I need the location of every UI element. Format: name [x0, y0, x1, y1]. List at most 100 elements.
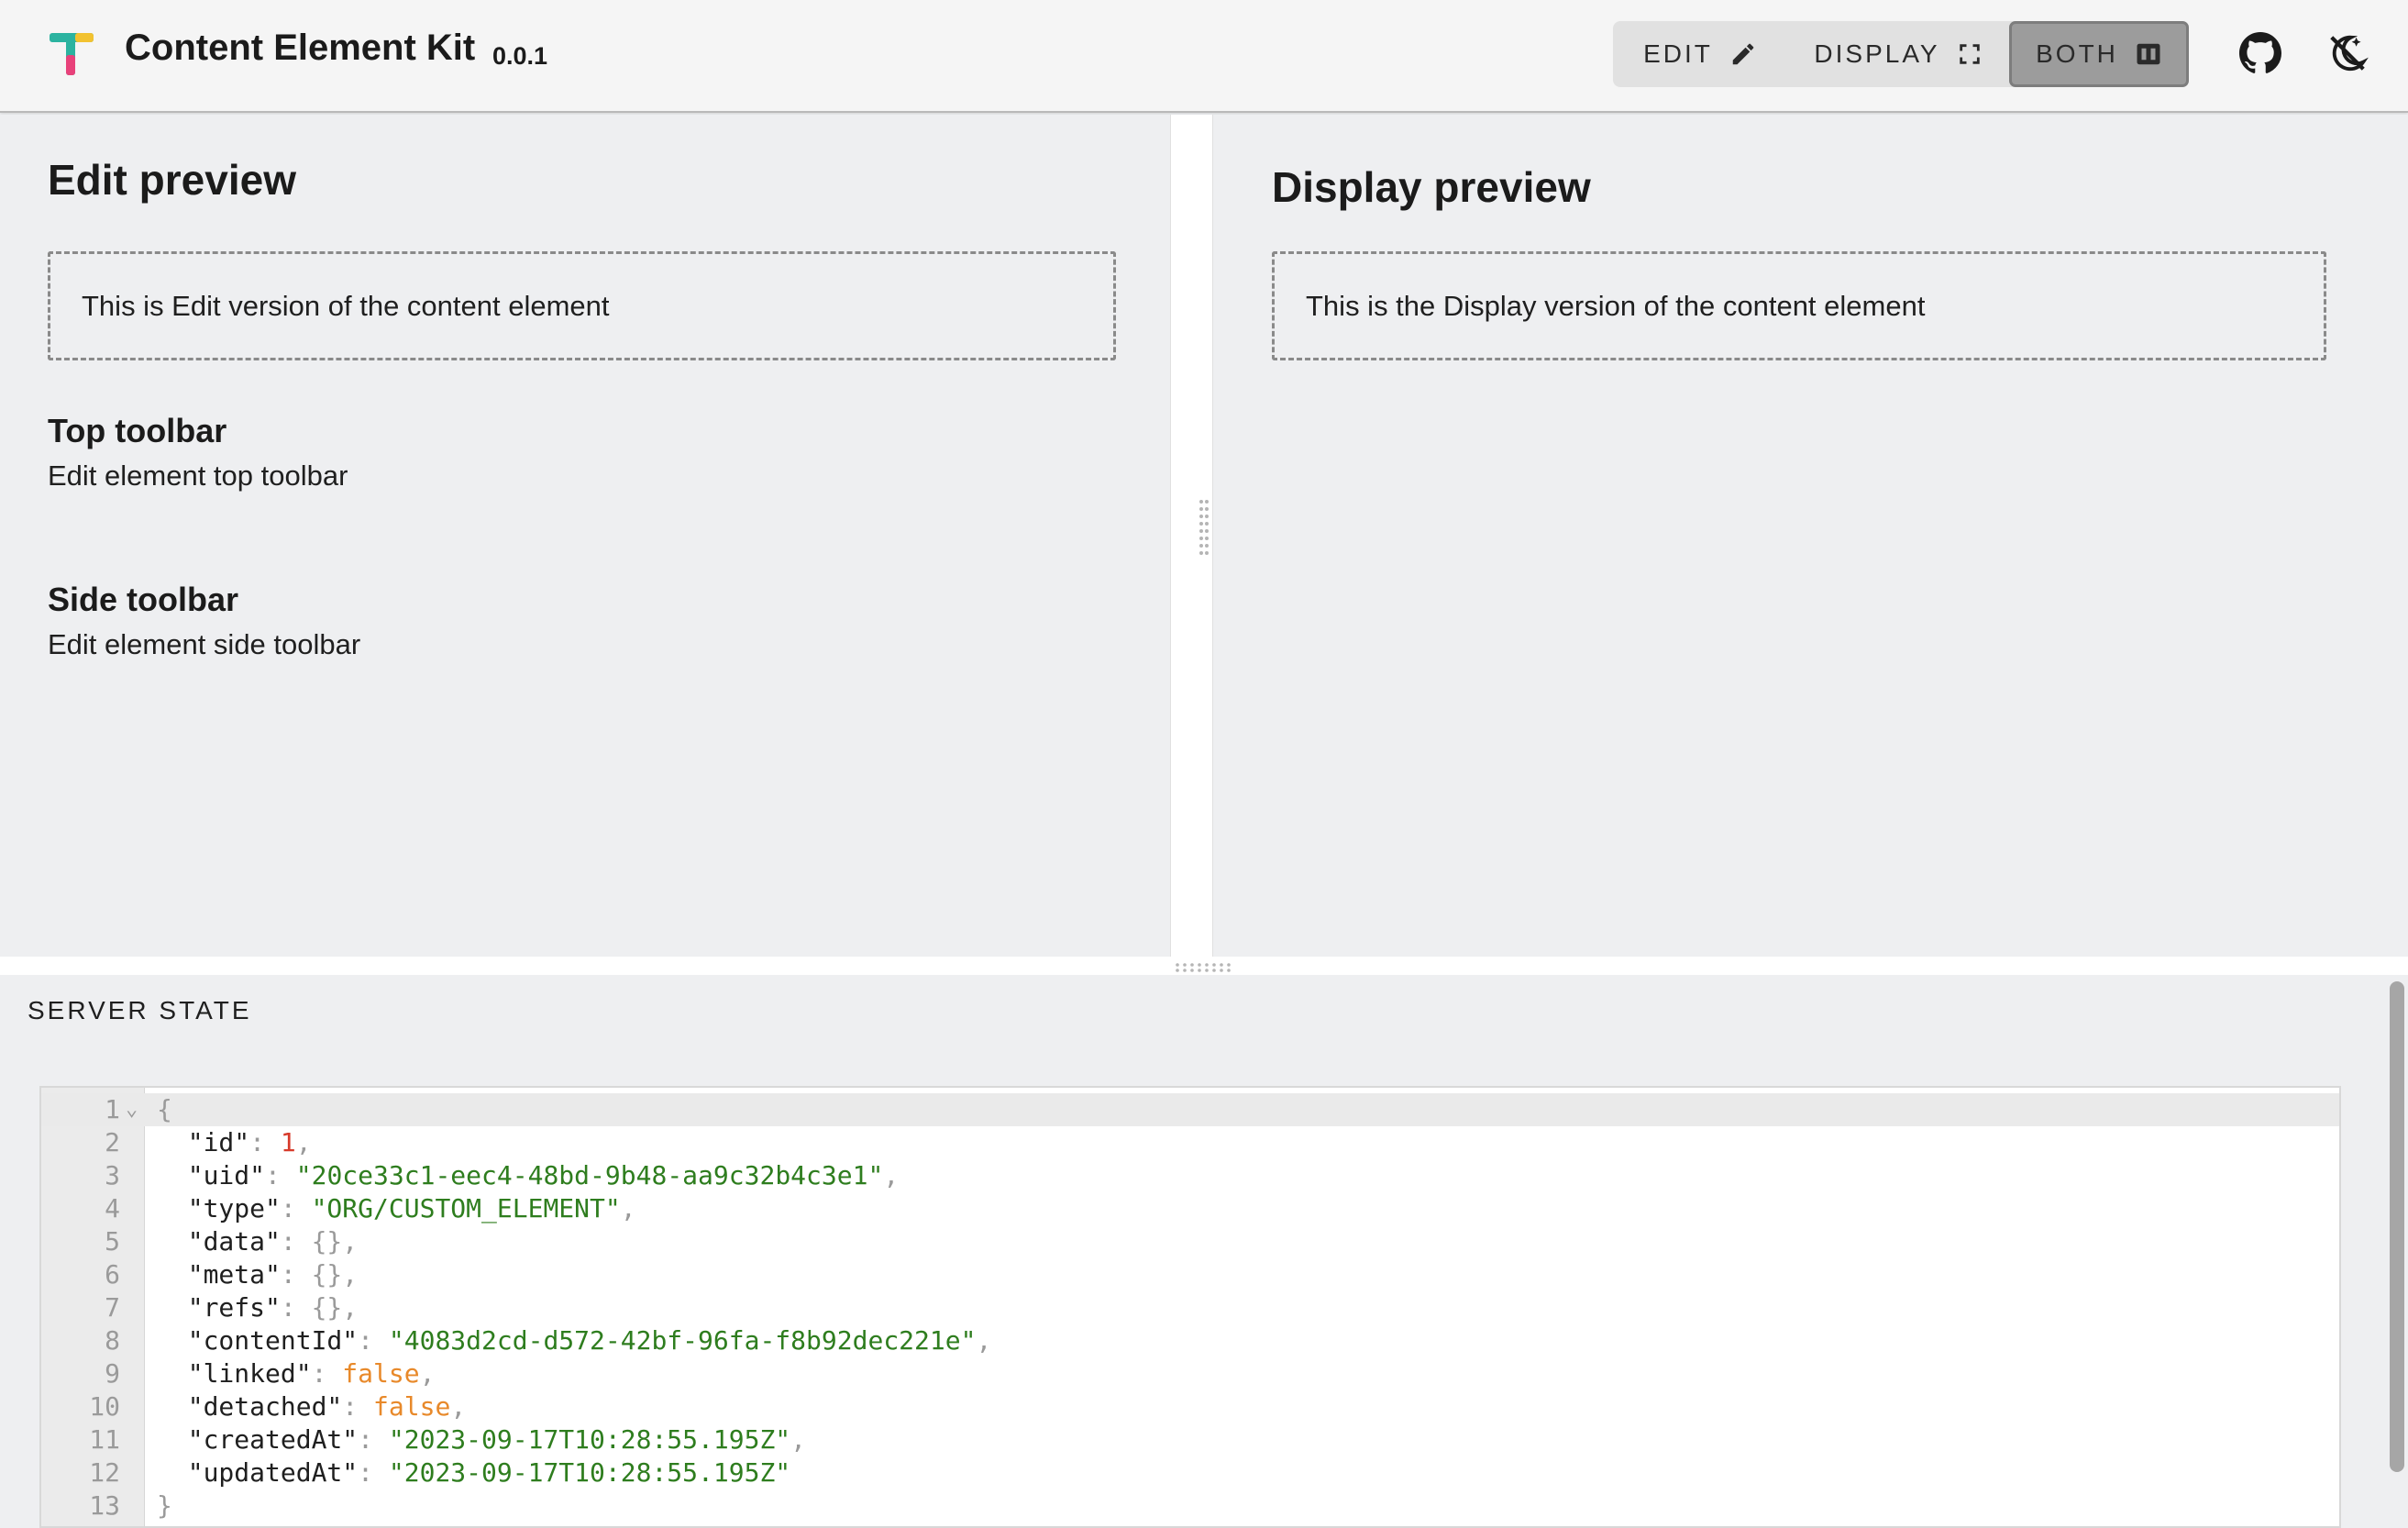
line-number: 9: [105, 1358, 120, 1389]
app-title: Content Element Kit: [125, 28, 476, 68]
display-preview-title: Display preview: [1272, 163, 1591, 211]
github-icon[interactable]: [2239, 32, 2281, 74]
side-toolbar-title: Side toolbar: [48, 581, 239, 618]
code-token: "data": [157, 1226, 281, 1257]
server-state-title: SERVER STATE: [28, 996, 252, 1024]
code-token: :: [280, 1193, 312, 1224]
edit-mode-button[interactable]: EDIT: [1613, 21, 1787, 87]
code-token: "updatedAt": [157, 1457, 359, 1488]
drag-handle-icon[interactable]: [1197, 498, 1211, 557]
line-number: 1: [105, 1094, 120, 1124]
code-line[interactable]: 3 "uid": "20ce33c1-eec4-48bd-9b48-aa9c32…: [41, 1159, 2339, 1192]
view-mode-toggle: EDIT DISPLAY BOTH: [1613, 21, 2189, 87]
code-token: "2023-09-17T10:28:55.195Z": [388, 1457, 791, 1488]
side-toolbar-text: Edit element side toolbar: [48, 628, 361, 660]
code-token: "meta": [157, 1259, 281, 1290]
code-token: "type": [157, 1193, 281, 1224]
code-token: ,: [883, 1160, 900, 1190]
code-text: "type": "ORG/CUSTOM_ELEMENT",: [157, 1192, 636, 1225]
display-mode-button[interactable]: DISPLAY: [1787, 21, 2009, 87]
code-token: ,: [295, 1127, 312, 1157]
code-token: : {},: [280, 1259, 359, 1290]
edit-preview-title: Edit preview: [48, 156, 296, 204]
code-token: "20ce33c1-eec4-48bd-9b48-aa9c32b4c3e1": [295, 1160, 884, 1190]
code-text: "data": {},: [157, 1225, 358, 1258]
code-text: }: [157, 1489, 172, 1522]
line-number: 7: [105, 1292, 120, 1323]
code-token: : {},: [280, 1292, 359, 1323]
fold-chevron-icon[interactable]: ⌄: [126, 1093, 138, 1126]
code-token: : {},: [280, 1226, 359, 1257]
code-text: "refs": {},: [157, 1291, 358, 1324]
code-token: "uid": [157, 1160, 266, 1190]
code-token: :: [358, 1424, 389, 1455]
code-token: :: [358, 1325, 389, 1356]
code-token: "2023-09-17T10:28:55.195Z": [388, 1424, 791, 1455]
code-token: "linked": [157, 1358, 312, 1389]
app-logo: [50, 33, 94, 75]
code-token: :: [311, 1358, 343, 1389]
code-token: 1: [280, 1127, 296, 1157]
display-preview-element[interactable]: This is the Display version of the conte…: [1272, 251, 2326, 360]
edit-preview-panel: Edit preview This is Edit version of the…: [0, 115, 1170, 957]
code-token: false: [373, 1391, 451, 1422]
code-text: "detached": false,: [157, 1390, 466, 1423]
code-line[interactable]: 7 "refs": {},: [41, 1291, 2339, 1324]
code-token: false: [342, 1358, 420, 1389]
code-text: "createdAt": "2023-09-17T10:28:55.195Z",: [157, 1423, 806, 1456]
line-number: 2: [105, 1127, 120, 1157]
code-text: "meta": {},: [157, 1258, 358, 1291]
code-text: {: [157, 1093, 172, 1126]
display-mode-label: DISPLAY: [1814, 39, 1940, 68]
code-line[interactable]: 1 ⌄ {: [41, 1093, 2339, 1126]
vertical-scrollbar[interactable]: [2390, 981, 2404, 1472]
code-token: "ORG/CUSTOM_ELEMENT": [311, 1193, 621, 1224]
line-number: 4: [105, 1193, 120, 1224]
code-text: "uid": "20ce33c1-eec4-48bd-9b48-aa9c32b4…: [157, 1159, 899, 1192]
pencil-icon: [1732, 43, 1754, 65]
code-line[interactable]: 10 "detached": false,: [41, 1390, 2339, 1423]
code-token: "4083d2cd-d572-42bf-96fa-f8b92dec221e": [388, 1325, 977, 1356]
code-line[interactable]: 13}: [41, 1489, 2339, 1522]
both-mode-label: BOTH: [2036, 39, 2118, 68]
code-token: "detached": [157, 1391, 343, 1422]
app-version: 0.0.1: [492, 42, 548, 70]
code-token: ,: [790, 1424, 807, 1455]
code-token: :: [249, 1127, 281, 1157]
top-toolbar-title: Top toolbar: [48, 412, 227, 449]
both-mode-button[interactable]: BOTH: [2009, 21, 2189, 87]
code-token: ,: [620, 1193, 636, 1224]
line-number: 8: [105, 1325, 120, 1356]
code-token: ,: [976, 1325, 992, 1356]
code-token: ,: [450, 1391, 467, 1422]
code-token: {: [157, 1094, 172, 1124]
line-number: 3: [105, 1160, 120, 1190]
code-token: :: [342, 1391, 374, 1422]
code-token: ,: [419, 1358, 436, 1389]
code-line[interactable]: 9 "linked": false,: [41, 1357, 2339, 1390]
line-number: 11: [89, 1424, 120, 1455]
app-header: Content Element Kit 0.0.1 EDIT DISPLAY B…: [0, 0, 2408, 113]
code-line[interactable]: 2 "id": 1,: [41, 1126, 2339, 1159]
theme-toggle-icon[interactable]: [2326, 32, 2369, 74]
code-line[interactable]: 5 "data": {},: [41, 1225, 2339, 1258]
line-number: 12: [89, 1457, 120, 1488]
code-token: "contentId": [157, 1325, 359, 1356]
drag-handle-horizontal-icon[interactable]: [1174, 962, 1234, 973]
code-token: "refs": [157, 1292, 281, 1323]
split-view-icon: [2137, 43, 2160, 65]
line-number: 5: [105, 1226, 120, 1257]
code-text: "linked": false,: [157, 1357, 436, 1390]
code-line[interactable]: 12 "updatedAt": "2023-09-17T10:28:55.195…: [41, 1456, 2339, 1489]
code-token: "id": [157, 1127, 250, 1157]
code-line[interactable]: 4 "type": "ORG/CUSTOM_ELEMENT",: [41, 1192, 2339, 1225]
code-text: "contentId": "4083d2cd-d572-42bf-96fa-f8…: [157, 1324, 992, 1357]
json-code-editor[interactable]: 1 ⌄{2 "id": 1, 3 "uid": "20ce33c1-eec4-48b…: [39, 1086, 2341, 1528]
display-preview-panel: Display preview This is the Display vers…: [1213, 115, 2408, 957]
code-line[interactable]: 11 "createdAt": "2023-09-17T10:28:55.195…: [41, 1423, 2339, 1456]
code-line[interactable]: 8 "contentId": "4083d2cd-d572-42bf-96fa-…: [41, 1324, 2339, 1357]
edit-mode-label: EDIT: [1643, 39, 1713, 68]
edit-preview-element[interactable]: This is Edit version of the content elem…: [48, 251, 1116, 360]
code-line[interactable]: 6 "meta": {},: [41, 1258, 2339, 1291]
code-token: :: [358, 1457, 389, 1488]
